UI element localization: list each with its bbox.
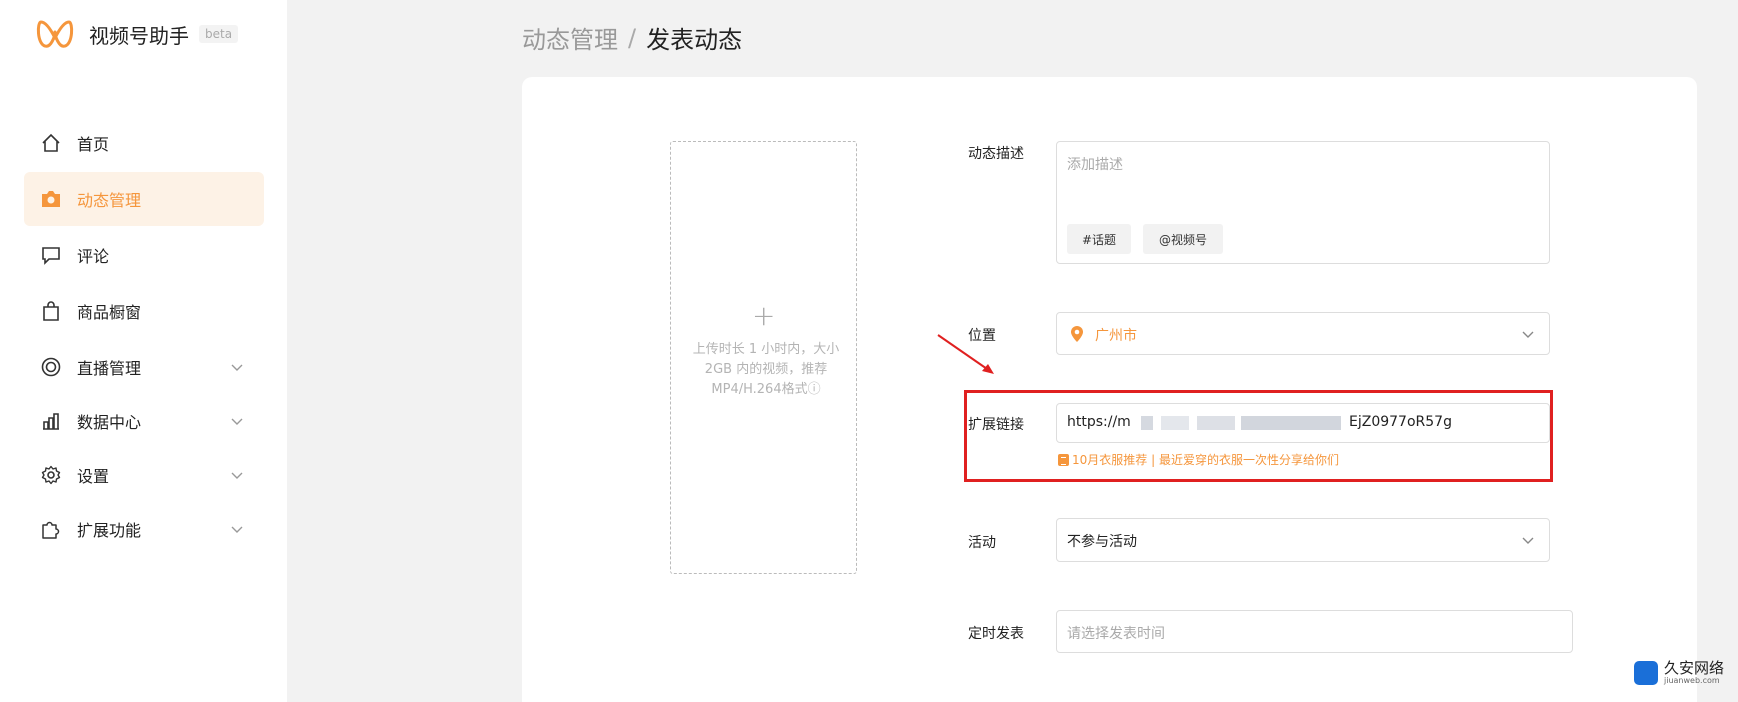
beta-badge: beta [199, 25, 239, 43]
sidebar: 视频号助手 beta 首页 动态管理 评论 商品橱窗 直播管理 数据中心 设置 … [0, 0, 287, 702]
chevron-down-icon [231, 418, 243, 425]
redacted-block [1141, 416, 1153, 430]
chevron-down-icon [1522, 331, 1534, 338]
chevron-down-icon [231, 526, 243, 533]
page-title: 发表动态 [646, 26, 743, 54]
sidebar-item-extensions[interactable]: 扩展功能 [24, 502, 264, 556]
schedule-placeholder: 请选择发表时间 [1067, 626, 1165, 642]
sidebar-item-label: 设置 [77, 467, 110, 486]
extension-link-label: 扩展链接 [968, 417, 1024, 433]
shopping-bag-icon [40, 300, 62, 322]
sidebar-item-label: 直播管理 [77, 359, 142, 378]
sidebar-item-label: 动态管理 [77, 191, 142, 210]
sidebar-item-comments[interactable]: 评论 [24, 228, 264, 282]
topic-button[interactable]: #话题 [1067, 224, 1131, 254]
chevron-down-icon [231, 472, 243, 479]
sidebar-item-label: 评论 [77, 247, 110, 266]
sidebar-item-posts[interactable]: 动态管理 [24, 172, 264, 226]
link-value-start: https://m [1067, 414, 1131, 430]
description-placeholder: 添加描述 [1067, 157, 1123, 173]
upload-hint: 上传时长 1 小时内，大小 2GB 内的视频，推荐MP4/H.264格式ⓘ [692, 342, 840, 397]
sidebar-item-label: 商品橱窗 [77, 303, 142, 322]
recommendation-text: 10月衣服推荐 | 最近爱穿的衣服一次性分享给你们 [1072, 453, 1339, 467]
sidebar-item-data[interactable]: 数据中心 [24, 394, 264, 448]
red-arrow-annotation [937, 334, 994, 374]
description-input[interactable]: 添加描述 #话题 @视频号 [1056, 141, 1550, 264]
breadcrumb: 动态管理 / 发表动态 [522, 20, 742, 55]
sidebar-item-showcase[interactable]: 商品橱窗 [24, 284, 264, 338]
redacted-block [1197, 416, 1235, 430]
chevron-down-icon [1522, 537, 1534, 544]
sidebar-item-live[interactable]: 直播管理 [24, 340, 264, 394]
schedule-label: 定时发表 [968, 626, 1024, 642]
chevron-down-icon [231, 364, 243, 371]
location-value: 广州市 [1095, 328, 1137, 344]
watermark-subtitle: jiuanweb.com [1664, 676, 1720, 685]
sidebar-item-settings[interactable]: 设置 [24, 448, 264, 502]
schedule-input[interactable]: 请选择发表时间 [1056, 610, 1573, 653]
home-icon [40, 132, 62, 154]
mention-button[interactable]: @视频号 [1143, 224, 1223, 254]
watermark-title: 久安网络 [1664, 659, 1725, 677]
description-label: 动态描述 [968, 146, 1024, 162]
puzzle-icon [40, 518, 62, 540]
activity-value: 不参与活动 [1067, 534, 1137, 550]
watermark-logo-icon [1634, 661, 1658, 685]
extension-link-input[interactable]: https://m EjZ0977oR57g [1056, 403, 1550, 443]
location-pin-icon [1071, 326, 1083, 342]
bar-chart-icon [40, 410, 62, 432]
document-icon [1058, 453, 1069, 466]
sidebar-item-label: 数据中心 [77, 413, 142, 432]
redacted-block [1161, 416, 1189, 430]
link-recommendation[interactable]: 10月衣服推荐 | 最近爱穿的衣服一次性分享给你们 [1058, 451, 1339, 468]
app-logo-icon [36, 20, 74, 48]
sidebar-item-label: 首页 [77, 135, 110, 154]
breadcrumb-separator: / [628, 23, 637, 52]
link-value-end: EjZ0977oR57g [1349, 414, 1452, 430]
location-select[interactable]: 广州市 [1056, 312, 1550, 355]
activity-label: 活动 [968, 535, 996, 551]
live-icon [40, 356, 62, 378]
sidebar-item-home[interactable]: 首页 [24, 116, 264, 170]
redacted-block [1241, 416, 1341, 430]
camera-icon [40, 188, 62, 210]
video-upload-area[interactable]: + 上传时长 1 小时内，大小 2GB 内的视频，推荐MP4/H.264格式ⓘ [670, 141, 857, 574]
breadcrumb-parent[interactable]: 动态管理 [522, 20, 618, 55]
brand[interactable]: 视频号助手 beta [35, 14, 239, 54]
watermark: 久安网络 jiuanweb.com [1634, 660, 1724, 686]
comment-icon [40, 244, 62, 266]
sidebar-item-label: 扩展功能 [77, 521, 142, 540]
gear-icon [40, 464, 62, 486]
plus-icon: + [752, 299, 776, 332]
app-name: 视频号助手 [89, 23, 189, 48]
activity-select[interactable]: 不参与活动 [1056, 518, 1550, 562]
